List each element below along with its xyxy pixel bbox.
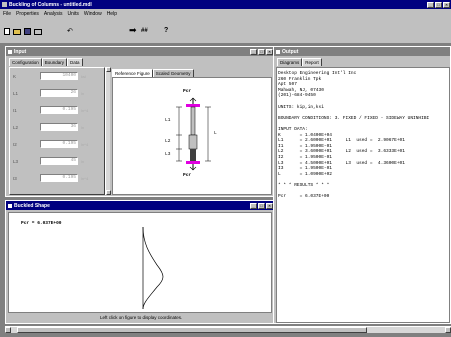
field-i2-input[interactable]: 0.195 (40, 140, 78, 148)
menu-properties[interactable]: Properties (16, 11, 39, 17)
pcr-top-label: Pcr (183, 89, 192, 94)
buckled-minimize-button[interactable]: _ (250, 202, 257, 209)
buckled-curve (142, 226, 164, 310)
output-title: Output (282, 48, 299, 55)
field-l1-unit: in (81, 91, 85, 96)
field-i1-unit: in^4 (81, 108, 89, 113)
buckled-titlebar: Buckled Shape _ □ × (6, 201, 274, 210)
scroll-down-button[interactable] (106, 190, 111, 195)
undo-icon[interactable]: ↶ (67, 27, 73, 35)
reference-figure-canvas: Pcr Pcr L1 L2 L3 L (112, 77, 272, 195)
open-folder-icon[interactable] (13, 29, 21, 35)
tab-reference-figure[interactable]: Reference Figure (112, 69, 153, 77)
field-l3-unit: in (81, 159, 85, 164)
data-scrollbar[interactable] (105, 67, 111, 195)
menu-analysis[interactable]: Analysis (44, 11, 63, 17)
field-label-l2: L2 (13, 125, 19, 130)
buckled-close-button[interactable]: × (266, 202, 273, 209)
l1-label: L1 (165, 118, 171, 123)
output-window-icon (276, 49, 280, 54)
minimize-button[interactable]: _ (427, 1, 434, 8)
menu-help[interactable]: Help (107, 11, 117, 17)
buckled-window-icon (8, 203, 12, 208)
buckled-shape-window: Buckled Shape _ □ × Pcr = 6.037E+00 Left… (5, 200, 275, 324)
l2-label: L2 (165, 139, 171, 144)
close-button[interactable]: × (443, 1, 450, 8)
menu-window[interactable]: Window (84, 11, 102, 17)
input-maximize-button[interactable]: □ (258, 48, 265, 55)
buckled-canvas[interactable]: Pcr = 6.037E+00 (8, 212, 272, 313)
app-title: Buckling of Columns - untitled.mdl (9, 1, 92, 8)
field-l1-input[interactable]: 26 (40, 89, 78, 97)
field-k-unit: ksi (81, 74, 86, 79)
l-label: L (214, 131, 217, 136)
figure-tabs: Reference Figure Scaled Geometry (112, 69, 194, 77)
tab-boundary[interactable]: Boundary (41, 58, 68, 66)
scroll-left-button[interactable] (5, 327, 11, 333)
field-i2-unit: in^4 (81, 142, 89, 147)
field-i1-input[interactable]: 0.195 (40, 106, 78, 114)
field-l3-input[interactable]: 45 (40, 157, 78, 165)
new-file-icon[interactable] (4, 28, 10, 35)
tab-diagrams[interactable]: Diagrams (277, 58, 303, 66)
field-i3-input[interactable]: 0.195 (40, 174, 78, 182)
pcr-bottom-label: Pcr (183, 173, 192, 178)
report-text: Desktop Engineering Int'l Inc 260 Frankl… (278, 71, 430, 200)
input-close-button[interactable]: × (266, 48, 273, 55)
field-label-k: K (13, 74, 17, 79)
input-title: Input (14, 48, 27, 55)
grid-button[interactable]: ## (141, 28, 148, 34)
menu-bar: File Properties Analysis Units Window He… (0, 9, 451, 18)
input-minimize-button[interactable]: _ (250, 48, 257, 55)
scroll-thumb[interactable] (17, 327, 367, 333)
field-label-l1: L1 (13, 91, 19, 96)
calculate-arrow-icon[interactable]: ➡ (129, 26, 137, 35)
buckled-title: Buckled Shape (14, 202, 50, 209)
horizontal-scrollbar[interactable] (5, 326, 451, 333)
app-titlebar: Buckling of Columns - untitled.mdl _ □ × (0, 0, 451, 9)
input-tabs: Configuration Boundary Data (9, 58, 83, 66)
l3-label: L3 (165, 152, 171, 157)
scroll-up-button[interactable] (106, 67, 111, 72)
field-l2-input[interactable]: 36 (40, 123, 78, 131)
print-icon[interactable] (34, 29, 42, 35)
input-titlebar: Input _ □ × (6, 47, 274, 56)
report-panel[interactable]: Desktop Engineering Int'l Inc 260 Frankl… (276, 67, 450, 323)
menu-file[interactable]: File (3, 11, 11, 17)
menu-units[interactable]: Units (67, 11, 78, 17)
buckled-maximize-button[interactable]: □ (258, 202, 265, 209)
tab-report[interactable]: Report (302, 58, 322, 66)
input-window: Input _ □ × Configuration Boundary Data … (5, 46, 275, 197)
data-panel: K 10400 ksi L1 26 in I1 0.195 in^4 L2 36… (9, 67, 105, 195)
field-k-input[interactable]: 10400 (40, 72, 78, 80)
app-icon (2, 2, 7, 7)
coordinate-hint: Left click on figure to display coordina… (100, 315, 183, 320)
help-button[interactable]: ? (164, 27, 168, 34)
field-label-i1: I1 (13, 108, 17, 113)
field-label-l3: L3 (13, 159, 19, 164)
field-label-i2: I2 (13, 142, 17, 147)
field-i3-unit: in^4 (81, 176, 89, 181)
output-tabs: Diagrams Report (277, 58, 322, 66)
output-titlebar: Output (274, 47, 450, 56)
maximize-button[interactable]: □ (435, 1, 442, 8)
tab-scaled-geometry[interactable]: Scaled Geometry (152, 69, 194, 77)
output-window: Output Diagrams Report Desktop Engineeri… (273, 46, 451, 324)
save-disk-icon[interactable] (24, 28, 31, 35)
tab-configuration[interactable]: Configuration (9, 58, 42, 66)
field-l2-unit: in (81, 125, 85, 130)
input-window-icon (8, 49, 12, 54)
field-label-i3: I3 (13, 176, 17, 181)
column-diagram (176, 97, 211, 171)
scroll-right-button[interactable] (445, 327, 451, 333)
toolbar: ↶ ➡ ## ? (0, 18, 451, 44)
tab-data[interactable]: Data (67, 58, 83, 66)
